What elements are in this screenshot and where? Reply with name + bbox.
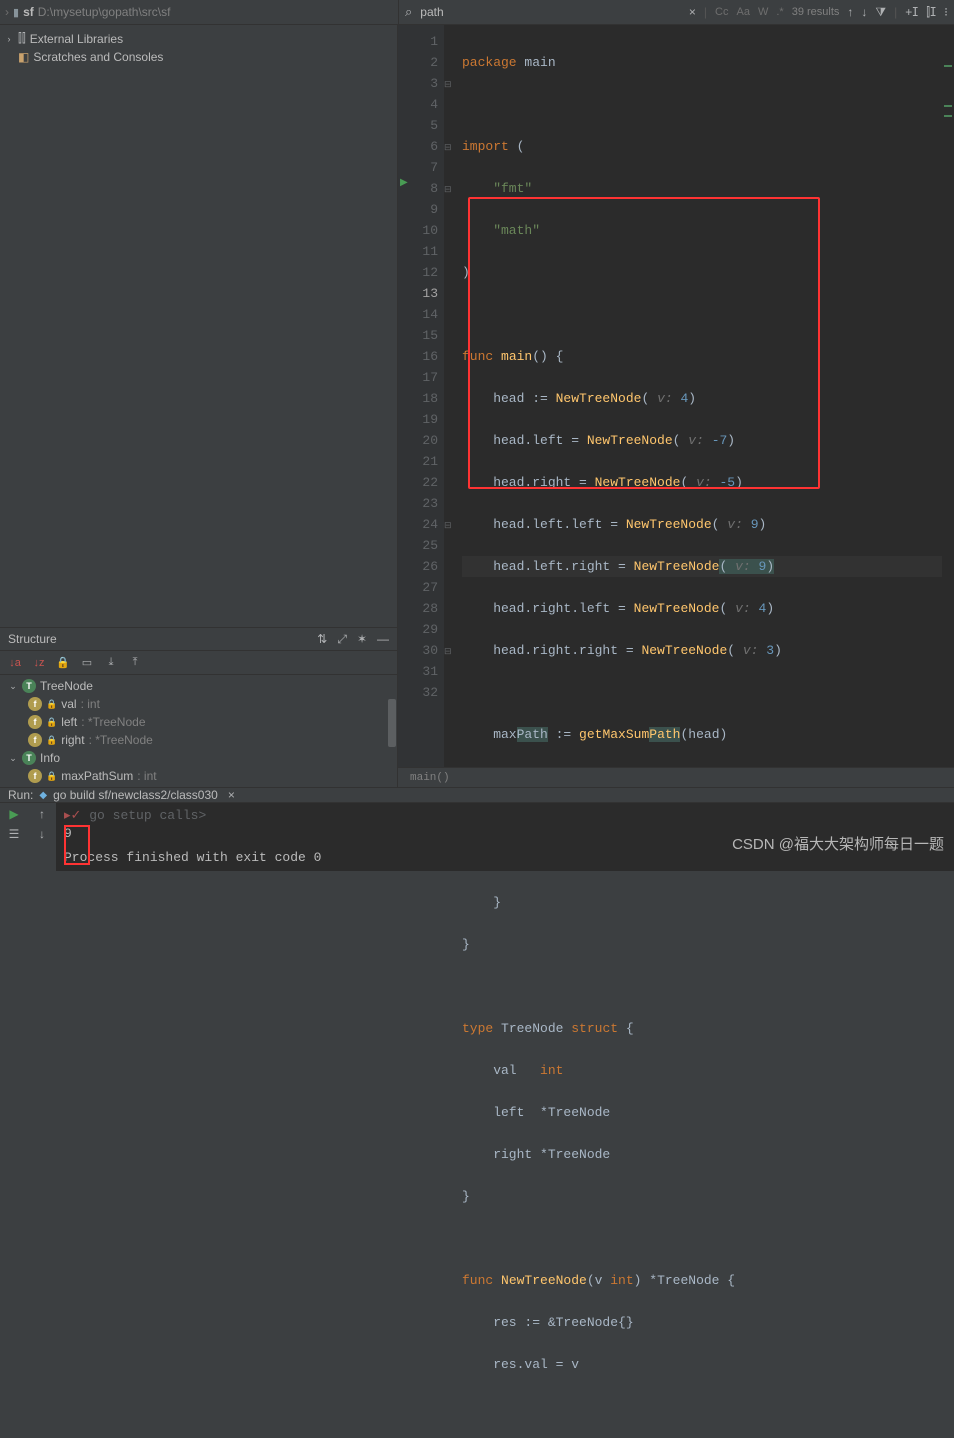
regex-toggle[interactable]: .* xyxy=(776,6,783,18)
structure-item-right[interactable]: f 🔒 right: *TreeNode xyxy=(0,731,397,749)
scratches-node[interactable]: ◧ Scratches and Consoles xyxy=(0,48,397,66)
sort-visibility-icon[interactable]: ↓z xyxy=(30,654,48,672)
hide-icon[interactable]: — xyxy=(377,632,389,647)
run-toolbar: ▶ ☰ ↑ ↓ xyxy=(0,803,56,871)
code-area[interactable]: package main import ( "fmt" "math" ) fun… xyxy=(444,25,954,787)
structure-item-treenode[interactable]: ⌄ T TreeNode xyxy=(0,677,397,695)
gutter[interactable]: 1234567891011121314151617181920212223242… xyxy=(398,25,444,787)
sort-alpha-icon[interactable]: ↓a xyxy=(6,654,24,672)
scratches-icon: ◧ xyxy=(18,50,29,64)
external-libraries-node[interactable]: › ⫿⫿ External Libraries xyxy=(0,29,397,48)
field-badge-icon: f xyxy=(28,715,42,729)
field-badge-icon: f xyxy=(28,733,42,747)
panel-title: Structure xyxy=(8,632,57,646)
clear-search-icon[interactable]: × xyxy=(689,5,696,19)
field-badge-icon: f xyxy=(28,769,42,783)
breadcrumb-path: D:\mysetup\gopath\src\sf xyxy=(38,5,171,19)
chevron-down-icon[interactable]: ⌄ xyxy=(8,681,18,692)
collapse-icon[interactable]: ⤢ xyxy=(337,632,347,647)
select-all-icon[interactable]: ⫿ⵊ xyxy=(926,5,936,20)
breadcrumb-folder[interactable]: sf xyxy=(23,5,34,19)
rerun-icon[interactable]: ▶ xyxy=(9,807,18,821)
folder-icon: ▮ xyxy=(13,6,19,19)
node-label: External Libraries xyxy=(30,32,123,46)
autoscroll-source-icon[interactable]: ⤓ xyxy=(102,654,120,672)
scrollbar-thumb[interactable] xyxy=(388,699,396,747)
down-icon[interactable]: ↓ xyxy=(39,827,45,841)
console-setup-line: go setup calls> xyxy=(89,808,206,823)
gear-icon[interactable]: ✶ xyxy=(357,632,367,647)
expand-icon[interactable]: ⇅ xyxy=(317,632,327,647)
lock-icon: 🔒 xyxy=(46,735,57,746)
type-badge-icon: T xyxy=(22,679,36,693)
add-selection-icon[interactable]: +ⵊ xyxy=(905,5,918,19)
go-icon: ◆ xyxy=(39,790,47,801)
breadcrumb: › ▮ sf D:\mysetup\gopath\src\sf xyxy=(0,0,398,24)
structure-item-val[interactable]: f 🔒 val: int xyxy=(0,695,397,713)
structure-tree[interactable]: ⌄ T TreeNode f 🔒 val: int f 🔒 left: *Tre… xyxy=(0,675,397,787)
structure-item-info[interactable]: ⌄ T Info xyxy=(0,749,397,767)
type-badge-icon: T xyxy=(22,751,36,765)
close-tab-icon[interactable]: × xyxy=(228,788,235,802)
structure-panel-header: Structure ⇅ ⤢ ✶ — xyxy=(0,627,397,651)
lock-icon: 🔒 xyxy=(46,717,57,728)
word-toggle[interactable]: W xyxy=(758,6,768,18)
show-non-public-icon[interactable]: ▭ xyxy=(78,654,96,672)
field-badge-icon: f xyxy=(28,697,42,711)
find-input[interactable] xyxy=(420,5,681,19)
filter-icon[interactable]: ⧩ xyxy=(875,5,886,20)
show-fields-icon[interactable]: 🔒 xyxy=(54,654,72,672)
structure-toolbar: ↓a ↓z 🔒 ▭ ⤓ ⤒ xyxy=(0,651,397,675)
words-toggle[interactable]: Aa xyxy=(737,6,750,18)
console-exit-line: Process finished with exit code 0 xyxy=(64,849,946,867)
chevron-right-icon[interactable]: › xyxy=(4,34,14,44)
structure-item-maxpathsum[interactable]: f 🔒 maxPathSum: int xyxy=(0,767,397,785)
console-output: 9 xyxy=(64,826,72,841)
up-icon[interactable]: ↑ xyxy=(39,807,45,821)
search-icon[interactable]: ⌕ xyxy=(405,4,412,20)
find-results-count: 39 results xyxy=(792,6,840,18)
find-bar: ⌕ × | Cc Aa W .* 39 results ↑ ↓ ⧩ | +ⵊ ⫿… xyxy=(398,0,954,24)
autoscroll-from-icon[interactable]: ⤒ xyxy=(126,654,144,672)
project-tree[interactable]: › ⫿⫿ External Libraries ◧ Scratches and … xyxy=(0,25,397,627)
structure-item-left[interactable]: f 🔒 left: *TreeNode xyxy=(0,713,397,731)
library-icon: ⫿⫿ xyxy=(18,31,26,46)
code-editor[interactable]: 1234567891011121314151617181920212223242… xyxy=(398,25,954,787)
lock-icon: 🔒 xyxy=(46,699,57,710)
editor-breadcrumb[interactable]: main() xyxy=(398,767,954,787)
match-case-toggle[interactable]: Cc xyxy=(715,6,728,18)
chevron-down-icon[interactable]: ⌄ xyxy=(8,753,18,764)
next-match-icon[interactable]: ↓ xyxy=(861,5,867,19)
scrollbar[interactable] xyxy=(387,699,397,787)
lock-icon: 🔒 xyxy=(46,771,57,782)
run-panel-title: Run: xyxy=(8,788,33,802)
node-label: Scratches and Consoles xyxy=(33,50,163,64)
run-config-name[interactable]: go build sf/newclass2/class030 xyxy=(53,788,218,802)
chevron-right-icon: › xyxy=(5,5,9,19)
scrollbar[interactable] xyxy=(942,25,954,767)
prev-match-icon[interactable]: ↑ xyxy=(847,5,853,19)
more-icon[interactable]: ⁝ xyxy=(944,5,948,19)
run-console[interactable]: ▸✓ go setup calls> 9 Process finished wi… xyxy=(56,803,954,871)
stop-icon[interactable]: ☰ xyxy=(9,827,20,841)
run-gutter-icon[interactable]: ▶ xyxy=(400,173,408,194)
